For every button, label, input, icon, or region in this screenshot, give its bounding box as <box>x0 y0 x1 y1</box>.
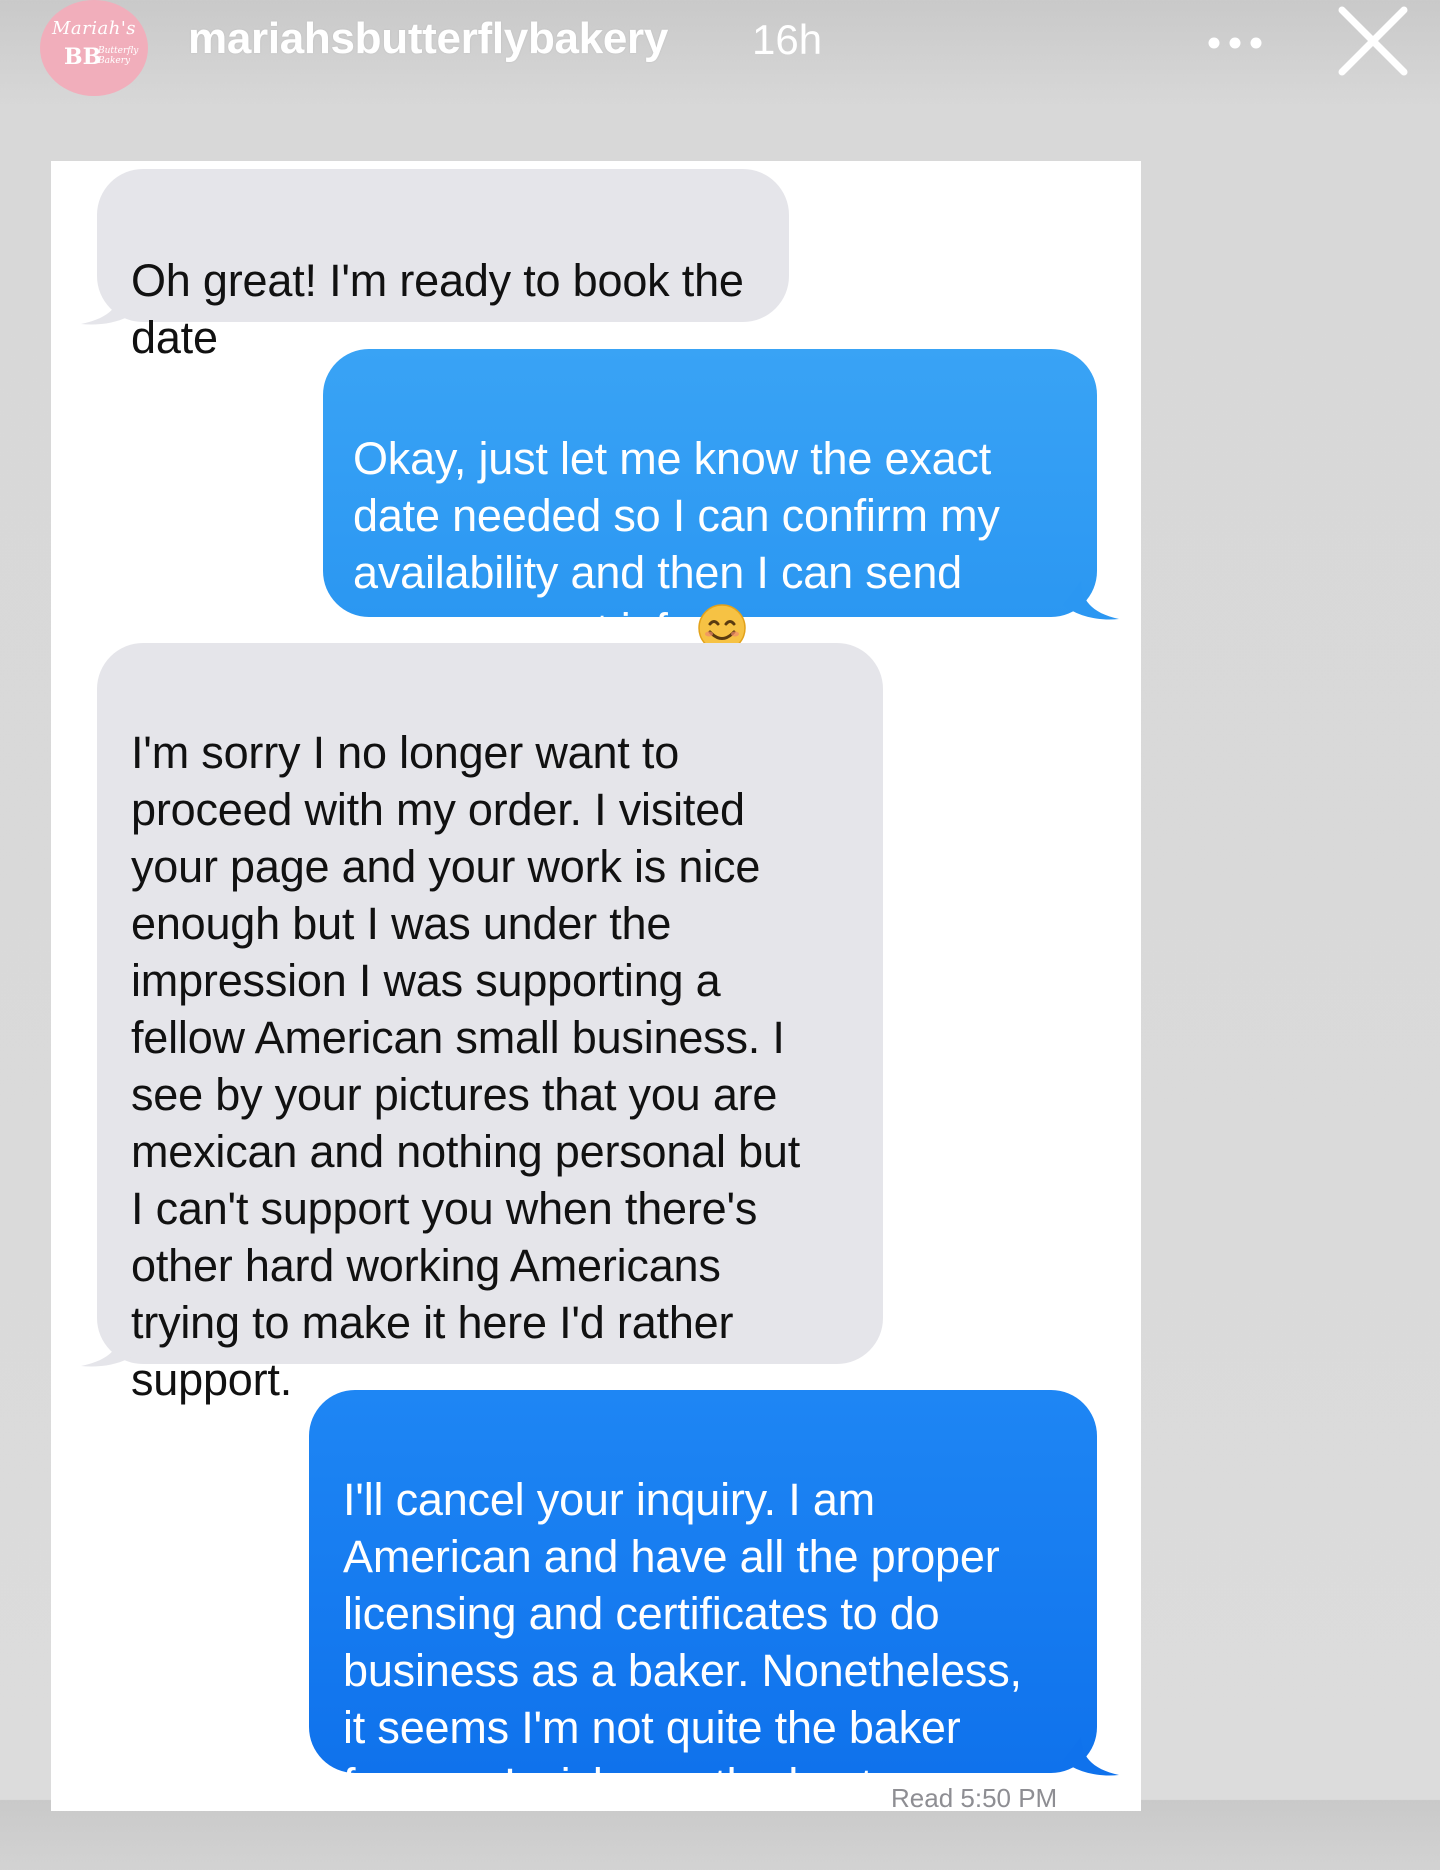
avatar-logo-script: Mariah's <box>51 18 137 39</box>
story-header: Mariah's BB Butterfly Bakery mariahsbutt… <box>0 0 1440 110</box>
message-bubble-received: Oh great! I'm ready to book the date <box>97 169 789 363</box>
bubble-tail <box>1063 581 1119 620</box>
more-horizontal-icon <box>1208 37 1262 49</box>
story-time-ago: 16h <box>752 16 823 63</box>
message-screenshot: Oh great! I'm ready to book the date Oka… <box>51 161 1141 1813</box>
profile-avatar[interactable]: Mariah's BB Butterfly Bakery <box>40 0 148 96</box>
message-text: I'm sorry I no longer want to proceed wi… <box>131 727 801 1405</box>
avatar-logo-subtitle: Butterfly Bakery <box>98 46 139 66</box>
bubble-tail <box>1063 1737 1119 1776</box>
read-receipt: Read 5:50 PM <box>891 1783 1058 1813</box>
message-text: Okay, just let me know the exact date ne… <box>353 433 1000 655</box>
bubble-tail <box>81 286 139 325</box>
close-button[interactable] <box>1332 0 1414 82</box>
message-text: I'll cancel your inquiry. I am American … <box>343 1474 1022 1810</box>
message-bubble-sent: Okay, just let me know the exact date ne… <box>323 349 1097 655</box>
story-username[interactable]: mariahsbutterflybakery <box>188 14 668 64</box>
close-icon <box>1338 6 1408 76</box>
message-bubble-sent: I'll cancel your inquiry. I am American … <box>309 1390 1097 1810</box>
message-bubble-received: I'm sorry I no longer want to proceed wi… <box>97 643 883 1405</box>
avatar-logo-monogram: BB <box>64 44 102 70</box>
bubble-tail <box>81 1328 139 1367</box>
more-options-button[interactable] <box>1200 18 1270 68</box>
